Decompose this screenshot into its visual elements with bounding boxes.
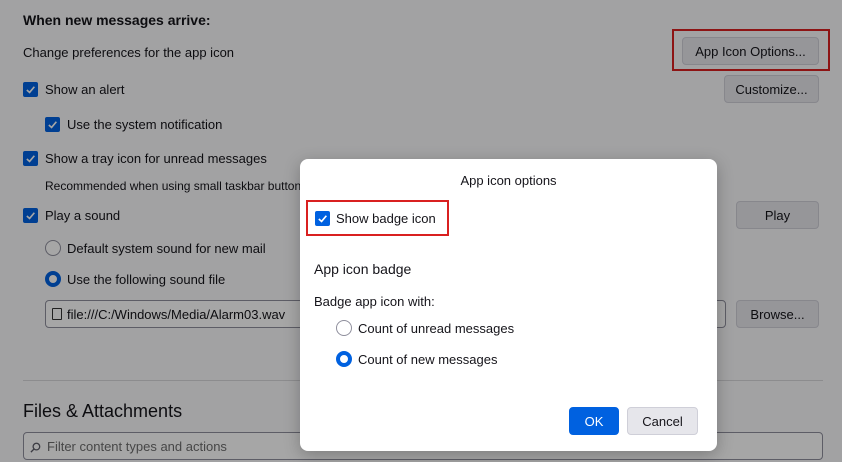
new-count-label[interactable]: Count of new messages xyxy=(358,352,497,367)
dialog-title: App icon options xyxy=(460,173,557,188)
badge-with-label: Badge app icon with: xyxy=(314,294,435,309)
highlight-show-badge xyxy=(306,200,449,236)
ok-button[interactable]: OK xyxy=(569,407,619,435)
new-count-radio[interactable] xyxy=(336,351,352,367)
app-icon-options-dialog: App icon options Show badge icon App ico… xyxy=(300,159,717,451)
unread-count-label[interactable]: Count of unread messages xyxy=(358,321,514,336)
unread-count-radio[interactable] xyxy=(336,320,352,336)
badge-heading: App icon badge xyxy=(314,261,412,277)
cancel-button[interactable]: Cancel xyxy=(627,407,698,435)
